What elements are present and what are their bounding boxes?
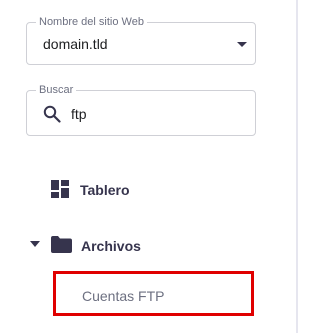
folder-icon xyxy=(51,236,72,253)
dashboard-grid-icon xyxy=(51,180,69,198)
search-label: Buscar xyxy=(36,83,77,97)
search-box: Buscar xyxy=(26,83,256,136)
nav-subitem-ftp-accounts[interactable]: Cuentas FTP xyxy=(53,271,254,316)
nav-item-files-label: Archivos xyxy=(81,238,141,254)
expand-arrow-icon[interactable] xyxy=(30,241,40,248)
nav-item-dashboard-label: Tablero xyxy=(80,182,130,198)
nav-subitem-ftp-accounts-label: Cuentas FTP xyxy=(82,288,165,304)
sidebar-divider xyxy=(296,0,298,333)
nav-item-files[interactable]: Archivos xyxy=(30,235,200,257)
website-selector[interactable]: Nombre del sitio Web domain.tld xyxy=(26,15,256,65)
caret-down-icon[interactable] xyxy=(237,42,247,47)
website-selector-label: Nombre del sitio Web xyxy=(36,15,147,29)
search-input[interactable] xyxy=(71,104,241,124)
nav-item-dashboard[interactable]: Tablero xyxy=(30,179,200,201)
website-selector-value: domain.tld xyxy=(43,36,108,52)
sidebar-panel: Nombre del sitio Web domain.tld Buscar T… xyxy=(0,0,298,333)
search-icon xyxy=(43,105,61,123)
